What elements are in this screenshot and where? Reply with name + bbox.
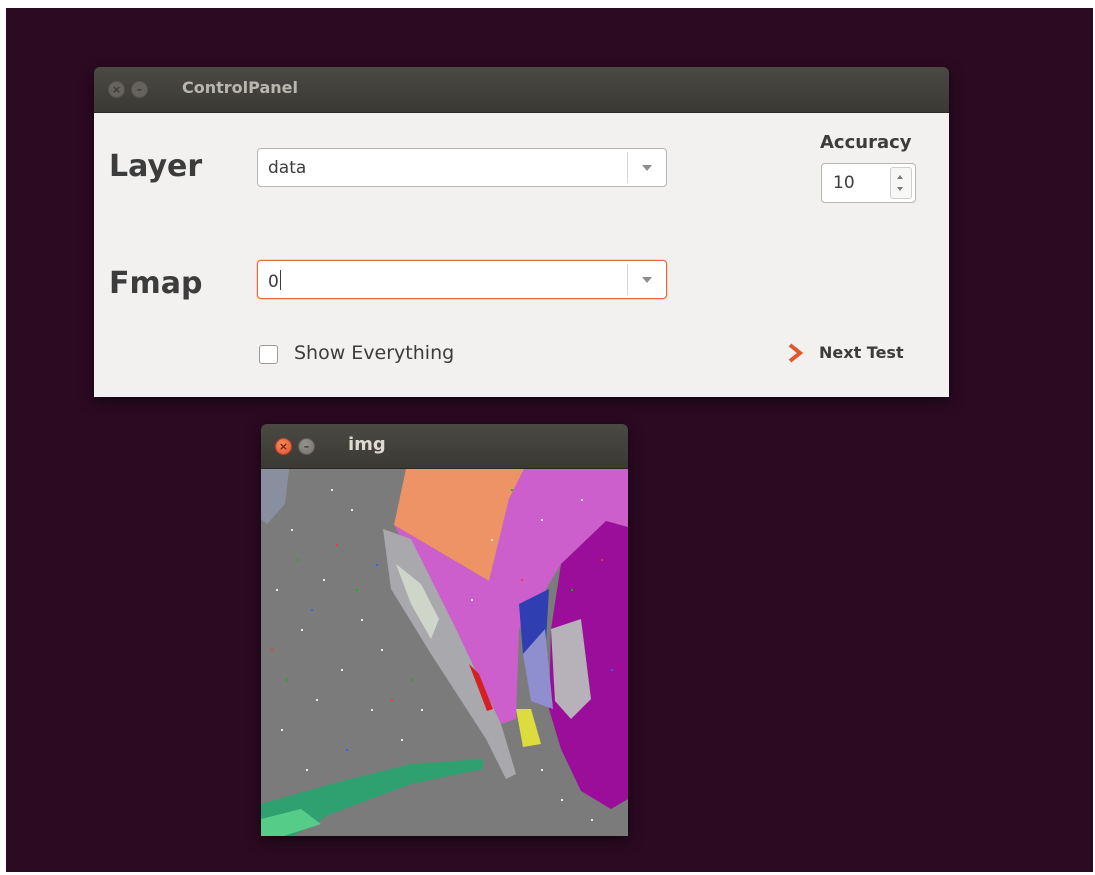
control-panel-window: × – ControlPanel Layer data Fmap 0 Accur… bbox=[94, 67, 949, 397]
chevron-down-icon[interactable] bbox=[642, 277, 652, 283]
minimize-button[interactable]: – bbox=[131, 81, 148, 98]
segmentation-image-canvas bbox=[261, 469, 628, 836]
img-titlebar[interactable]: × – img bbox=[261, 424, 628, 469]
window-title: ControlPanel bbox=[182, 78, 298, 97]
control-panel-body: Layer data Fmap 0 Accuracy 10 Show Every… bbox=[94, 113, 949, 397]
accuracy-label: Accuracy bbox=[820, 132, 912, 153]
text-caret bbox=[279, 270, 281, 290]
fmap-input-value[interactable]: 0 bbox=[268, 270, 281, 292]
next-test-label: Next Test bbox=[819, 343, 904, 362]
show-everything-label[interactable]: Show Everything bbox=[294, 342, 454, 364]
img-window: × – img bbox=[261, 424, 628, 836]
next-test-button[interactable]: Next Test bbox=[787, 340, 915, 368]
close-icon: × bbox=[278, 440, 289, 453]
fmap-combo-divider bbox=[627, 264, 628, 295]
fmap-combo-input[interactable]: 0 bbox=[257, 260, 667, 299]
window-title: img bbox=[348, 434, 386, 455]
close-icon: × bbox=[111, 83, 122, 96]
close-button[interactable]: × bbox=[275, 438, 292, 455]
minimize-icon: – bbox=[136, 83, 143, 96]
accuracy-value: 10 bbox=[833, 173, 855, 193]
chevron-right-icon bbox=[788, 343, 804, 363]
chevron-down-icon[interactable] bbox=[642, 165, 652, 171]
control-panel-titlebar[interactable]: × – ControlPanel bbox=[94, 67, 949, 113]
accuracy-spinbox[interactable]: 10 bbox=[821, 163, 916, 203]
decrement-icon[interactable] bbox=[897, 187, 903, 191]
minimize-button[interactable]: – bbox=[298, 438, 315, 455]
close-button[interactable]: × bbox=[108, 81, 125, 98]
layer-label: Layer bbox=[109, 149, 203, 184]
fmap-label: Fmap bbox=[109, 266, 203, 301]
layer-select[interactable]: data bbox=[257, 148, 667, 187]
layer-select-divider bbox=[627, 152, 628, 183]
minimize-icon: – bbox=[303, 440, 310, 453]
increment-icon[interactable] bbox=[897, 175, 903, 179]
segmentation-image bbox=[261, 469, 628, 836]
layer-select-value: data bbox=[268, 158, 307, 178]
show-everything-checkbox[interactable] bbox=[259, 345, 278, 364]
accuracy-stepper[interactable] bbox=[890, 167, 912, 199]
